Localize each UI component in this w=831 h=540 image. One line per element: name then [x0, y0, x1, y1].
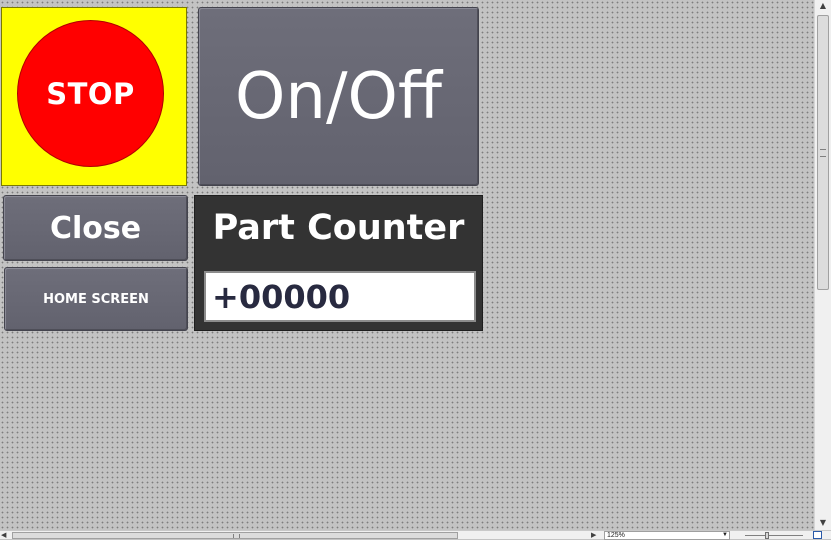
home-screen-button[interactable]: HOME SCREEN [4, 267, 188, 331]
arrow-right-icon[interactable]: ▶ [591, 531, 596, 539]
part-counter-panel: Part Counter +00000 [194, 195, 483, 331]
vertical-scroll-thumb[interactable] [817, 15, 829, 290]
grip-icon [820, 149, 826, 157]
stop-button-label: STOP [17, 20, 164, 167]
bottom-status-bar: ◀ ▶ 125% ▼ [0, 530, 831, 540]
zoom-slider[interactable] [745, 532, 803, 539]
close-button[interactable]: Close [3, 195, 188, 261]
stop-button[interactable]: STOP [1, 7, 187, 186]
fit-to-window-icon[interactable] [813, 531, 822, 539]
arrow-left-icon[interactable]: ◀ [1, 531, 6, 539]
onoff-button[interactable]: On/Off [198, 7, 479, 186]
grip-icon [233, 534, 240, 538]
horizontal-scroll-thumb[interactable] [12, 532, 458, 539]
zoom-slider-knob[interactable] [765, 532, 769, 539]
arrow-up-icon[interactable]: ▲ [815, 0, 831, 12]
vertical-scrollbar[interactable]: ▲ ▼ [814, 0, 831, 530]
arrow-down-icon[interactable]: ▼ [815, 517, 831, 529]
part-counter-title: Part Counter [212, 208, 465, 248]
chevron-down-icon[interactable]: ▼ [722, 532, 728, 539]
part-counter-field[interactable]: +00000 [204, 271, 476, 322]
zoom-level: 125% [607, 532, 625, 539]
